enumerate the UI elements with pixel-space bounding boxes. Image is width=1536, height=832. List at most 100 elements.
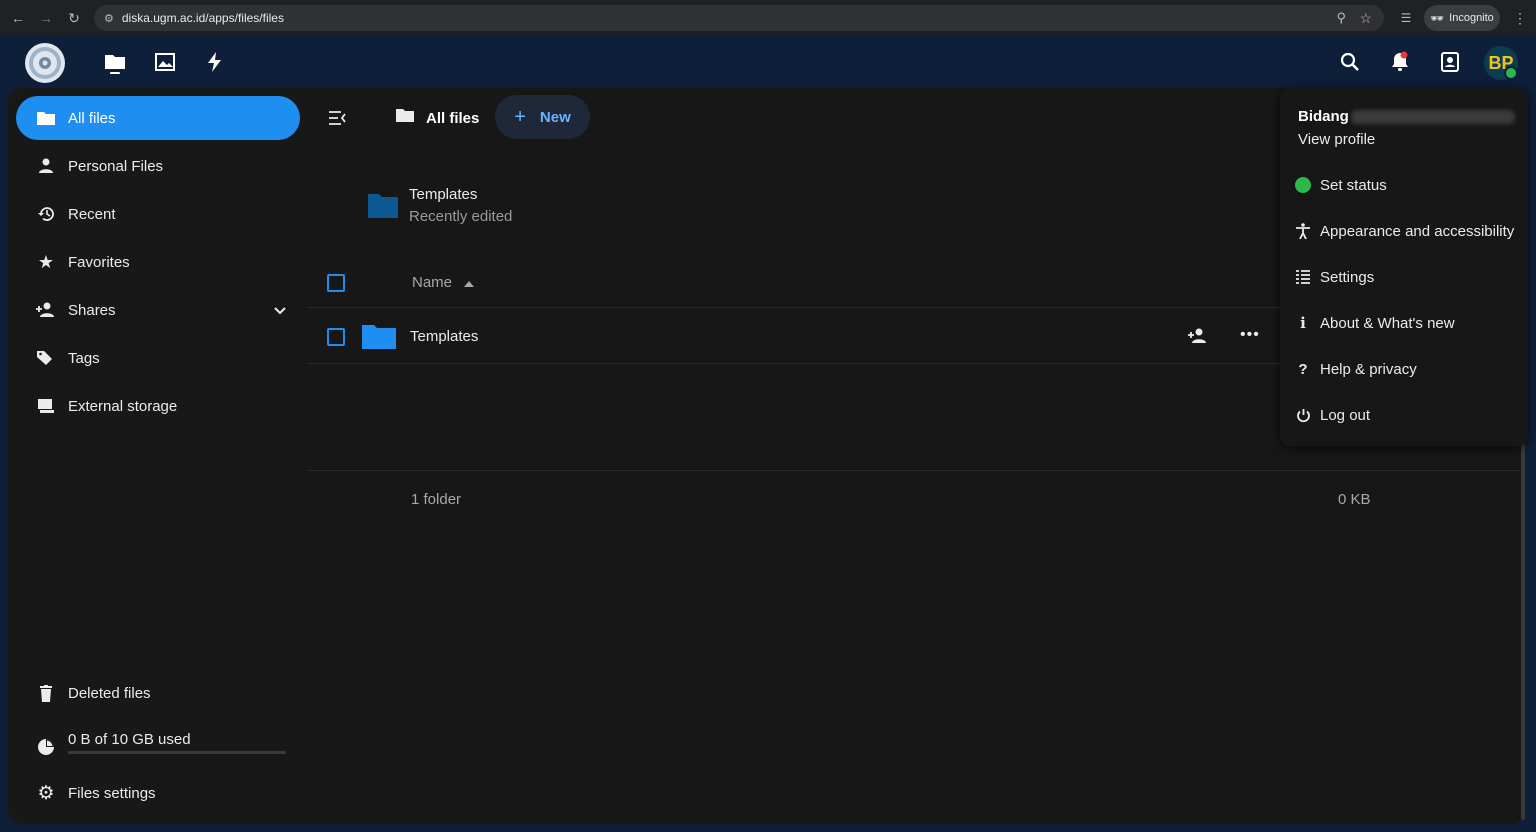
file-name[interactable]: Templates [410,328,478,345]
browser-toolbar: ← → ↻ ⚙ diska.ugm.ac.id/apps/files/files… [0,0,1536,36]
nav-item-label: Files settings [68,784,156,802]
activity-app-icon[interactable] [203,50,227,74]
new-button[interactable]: + New [495,95,590,139]
contacts-icon[interactable] [1438,50,1462,74]
browser-menu-icon[interactable]: ⋮ [1506,4,1534,32]
nav-item-external-storage[interactable]: External storage [16,384,300,428]
help-icon: ? [1298,360,1308,378]
nav-item-label: All files [68,109,116,127]
incognito-label: Incognito [1449,12,1494,24]
incognito-badge[interactable]: 🕶 Incognito [1424,5,1500,31]
pie-chart-icon [36,737,56,757]
breadcrumb-current: All files [426,109,480,127]
nav-item-favorites[interactable]: ★ Favorites [16,240,300,284]
menu-item-label: Help & privacy [1320,360,1417,378]
quota-label: 0 B of 10 GB used [68,731,191,748]
sort-ascending-icon [464,274,475,291]
address-bar[interactable]: ⚙ diska.ugm.ac.id/apps/files/files ⚲ ☆ [94,5,1384,31]
app-header: BP [0,36,1536,88]
history-icon [36,204,56,224]
storage-quota[interactable]: 0 B of 10 GB used [16,718,300,768]
more-actions-icon[interactable]: ••• [1240,326,1260,344]
menu-item-help[interactable]: ? Help & privacy [1294,360,1417,378]
redacted-name [1350,109,1515,124]
nav-item-label: Personal Files [68,157,164,175]
search-icon[interactable] [1338,50,1362,74]
menu-item-settings[interactable]: Settings [1294,268,1374,286]
app-navigation: All files Personal Files Recent ★ Favori… [8,88,308,824]
ugm-logo[interactable] [24,42,66,84]
files-app-icon[interactable] [103,50,127,74]
menu-item-about[interactable]: i About & What's new [1294,314,1455,332]
sort-by-name[interactable]: Name [412,274,475,291]
table-footer: 1 folder 0 KB [308,470,1520,526]
person-icon [36,156,56,176]
nav-item-files-settings[interactable]: ⚙ Files settings [16,771,300,815]
menu-item-logout[interactable]: Log out [1294,406,1370,424]
url-text: diska.ugm.ac.id/apps/files/files [121,11,284,25]
nav-item-shares[interactable]: Shares [16,288,300,332]
folder-icon [36,108,56,128]
photos-app-icon[interactable] [153,50,177,74]
user-display-name: Bidang [1298,108,1349,125]
reload-icon[interactable]: ↻ [60,4,88,32]
total-size: 0 KB [1338,491,1371,508]
quota-progress-bar [68,751,286,754]
zoom-icon[interactable]: ⚲ [1336,10,1346,26]
external-storage-icon [36,396,56,416]
select-all-checkbox[interactable] [327,274,345,292]
nav-item-label: Shares [68,301,116,319]
plus-icon: + [514,105,526,128]
toggle-navigation-icon[interactable] [328,110,348,131]
chevron-down-icon[interactable] [274,302,286,319]
row-checkbox[interactable] [327,328,345,346]
name-header-label: Name [412,274,453,291]
breadcrumb[interactable]: All files [396,106,479,130]
new-button-label: New [539,108,571,126]
bookmark-star-icon[interactable]: ☆ [1359,10,1372,27]
tab-search-icon[interactable]: ☰ [1392,4,1420,32]
menu-item-label: Set status [1320,176,1387,194]
site-settings-icon[interactable]: ⚙ [104,12,114,25]
nav-item-tags[interactable]: Tags [16,336,300,380]
settings-list-icon [1294,268,1312,286]
share-icon [36,300,56,320]
menu-item-set-status[interactable]: Set status [1294,176,1387,194]
tag-icon [36,348,56,368]
power-icon [1294,406,1312,424]
user-menu-profile[interactable]: Bidang View profile [1298,108,1515,148]
nav-item-label: Favorites [68,253,130,271]
user-menu: Bidang View profile Set status Appearanc… [1280,88,1528,446]
gear-icon: ⚙ [37,782,55,804]
nav-item-recent[interactable]: Recent [16,192,300,236]
nav-item-label: Deleted files [68,684,151,702]
folder-icon [362,323,396,354]
share-icon[interactable] [1188,328,1208,349]
nav-item-label: External storage [68,397,178,415]
files-table-header: Name [308,258,1288,308]
scrollbar[interactable] [1521,440,1525,820]
nav-item-deleted-files[interactable]: Deleted files [16,671,300,715]
notifications-icon[interactable] [1388,50,1412,74]
recent-file-name: Templates [409,186,478,203]
folder-count: 1 folder [411,491,462,508]
menu-item-label: About & What's new [1320,314,1455,332]
menu-item-appearance[interactable]: Appearance and accessibility [1294,222,1514,240]
folder-icon [396,108,414,128]
star-icon: ★ [37,251,55,272]
recent-file-subtitle: Recently edited [409,208,513,225]
back-icon[interactable]: ← [4,4,32,32]
menu-item-label: Log out [1320,406,1371,424]
accessibility-icon [1294,222,1312,240]
nav-item-all-files[interactable]: All files [16,96,300,140]
recent-file-card[interactable]: Templates Recently edited [368,184,568,230]
nav-item-label: Tags [68,349,100,367]
view-profile-link[interactable]: View profile [1298,131,1515,148]
forward-icon[interactable]: → [32,4,60,32]
trash-icon [36,683,56,703]
folder-icon [368,192,398,223]
incognito-icon: 🕶 [1430,12,1445,25]
status-online-icon [1294,176,1312,194]
nav-item-personal-files[interactable]: Personal Files [16,144,300,188]
menu-item-label: Settings [1320,268,1375,286]
